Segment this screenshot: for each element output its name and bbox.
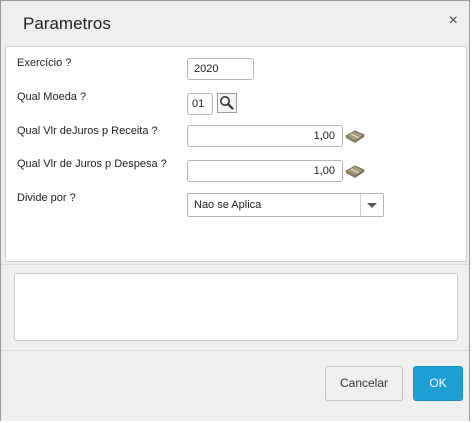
divide-por-select[interactable]: Nao se Aplica	[187, 193, 384, 217]
juros-receita-input[interactable]: 1,00	[187, 125, 343, 147]
field-label-juros-receita: Qual Vlr deJuros p Receita ?	[17, 125, 158, 137]
chevron-down-icon[interactable]	[360, 194, 383, 216]
dialog-titlebar: Parametros ×	[1, 1, 469, 45]
search-icon[interactable]	[217, 93, 237, 118]
calculator-icon[interactable]	[344, 127, 366, 150]
dialog-footer: Cancelar OK	[1, 350, 469, 421]
memo-field[interactable]	[14, 273, 458, 341]
close-icon[interactable]: ×	[449, 12, 458, 30]
moeda-input[interactable]: 01	[187, 93, 213, 115]
juros-despesa-input[interactable]: 1,00	[187, 160, 343, 182]
ok-button[interactable]: OK	[413, 366, 463, 401]
parameters-dialog: Parametros × Exercício ? 2020 Qual Moeda…	[0, 0, 470, 421]
field-label-juros-despesa: Qual Vlr de Juros p Despesa ?	[17, 158, 167, 170]
calculator-icon[interactable]	[344, 162, 366, 185]
parameters-panel: Exercício ? 2020 Qual Moeda ? 01 Qual Vl…	[5, 46, 467, 262]
field-label-divide-por: Divide por ?	[17, 192, 76, 204]
dialog-title: Parametros	[23, 14, 111, 33]
exercicio-input[interactable]: 2020	[187, 58, 254, 80]
cancel-button[interactable]: Cancelar	[325, 366, 403, 401]
memo-area	[1, 264, 469, 350]
field-label-moeda: Qual Moeda ?	[17, 91, 87, 103]
divide-por-value: Nao se Aplica	[194, 199, 262, 211]
field-label-exercicio: Exercício ?	[17, 57, 72, 69]
